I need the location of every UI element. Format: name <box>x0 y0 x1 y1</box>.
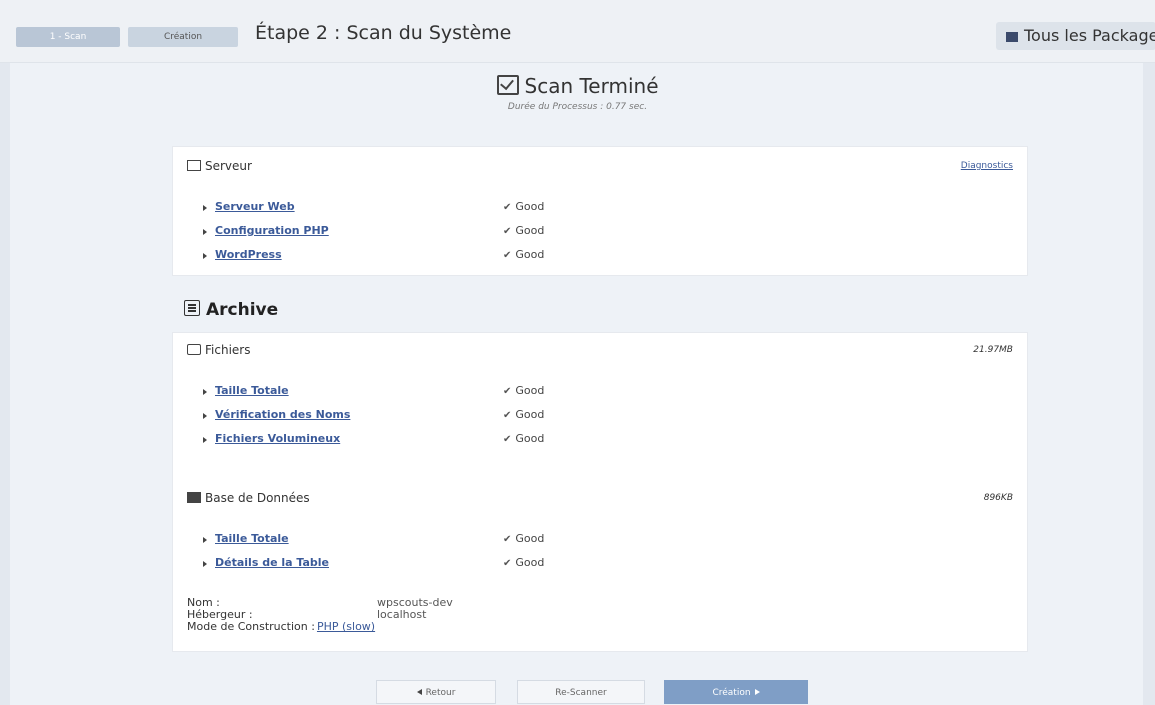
scan-result-header: Scan Terminé Durée du Processus : 0.77 s… <box>0 74 1155 112</box>
check-status: Good <box>503 527 544 552</box>
bullet-icon <box>203 229 207 235</box>
check-row: WordPress Good <box>203 243 544 267</box>
right-edge <box>1143 62 1155 705</box>
check-row: Configuration PHP Good <box>203 219 544 243</box>
arrow-right-icon <box>754 689 760 695</box>
bullet-icon <box>203 205 207 211</box>
build-label: Création <box>712 688 751 698</box>
check-status: Good <box>503 379 544 404</box>
bullet-icon <box>203 413 207 419</box>
scan-result-title: Scan Terminé <box>0 74 1155 98</box>
check-status: Good <box>503 427 544 452</box>
back-button[interactable]: Retour <box>376 680 496 704</box>
db-mode-link[interactable]: PHP (slow) <box>317 620 375 633</box>
footer-actions: Retour Re-Scanner Création <box>0 680 1155 705</box>
check-label-total-size[interactable]: Taille Totale <box>215 379 289 403</box>
check-status: Good <box>503 243 544 268</box>
check-label-web-server[interactable]: Serveur Web <box>215 195 295 219</box>
diagnostics-link[interactable]: Diagnostics <box>961 155 1013 177</box>
files-size: 21.97MB <box>973 345 1013 355</box>
archive-panel: Fichiers 21.97MB Taille Totale Good Véri… <box>172 332 1028 652</box>
bullet-icon <box>203 437 207 443</box>
bullet-icon <box>203 537 207 543</box>
database-icon <box>187 492 201 503</box>
server-icon <box>187 160 201 171</box>
arrow-left-icon <box>416 689 422 695</box>
db-host-value: localhost <box>377 608 427 621</box>
back-label: Retour <box>425 688 456 698</box>
page-title: Étape 2 : Scan du Système <box>255 22 512 44</box>
archive-heading: Archive <box>184 300 278 320</box>
files-checks: Taille Totale Good Vérification des Noms… <box>203 379 544 451</box>
check-row: Serveur Web Good <box>203 195 544 219</box>
bullet-icon <box>203 389 207 395</box>
check-status: Good <box>503 551 544 576</box>
all-packages-label: Tous les Packages <box>1024 26 1155 45</box>
check-row: Détails de la Table Good <box>203 551 544 575</box>
rescan-label: Re-Scanner <box>555 688 607 698</box>
check-row: Taille Totale Good <box>203 379 544 403</box>
files-title: Fichiers <box>205 343 251 357</box>
process-duration: Durée du Processus : 0.77 sec. <box>507 102 648 112</box>
check-row: Vérification des Noms Good <box>203 403 544 427</box>
db-mode-key: Mode de Construction : <box>187 620 315 633</box>
check-row: Fichiers Volumineux Good <box>203 427 544 451</box>
breadcrumb-scan[interactable]: 1 - Scan <box>16 27 120 47</box>
server-checks: Serveur Web Good Configuration PHP Good … <box>203 195 544 267</box>
scan-result-text: Scan Terminé <box>524 74 659 98</box>
checkbox-checked-icon <box>496 75 519 95</box>
packages-icon <box>1006 32 1018 42</box>
check-row: Taille Totale Good <box>203 527 544 551</box>
check-label-table-details[interactable]: Détails de la Table <box>215 551 329 575</box>
server-panel: Serveur Diagnostics Serveur Web Good Con… <box>172 146 1028 276</box>
rescan-button[interactable]: Re-Scanner <box>517 680 645 704</box>
database-title: Base de Données <box>205 491 310 505</box>
server-title: Serveur <box>205 159 252 173</box>
files-header: Fichiers 21.97MB <box>187 339 1013 361</box>
archive-title: Archive <box>206 300 279 320</box>
check-label-name-check[interactable]: Vérification des Noms <box>215 403 350 427</box>
db-mode-line: Mode de Construction : PHP (slow) <box>187 621 453 633</box>
check-status: Good <box>503 195 544 220</box>
check-status: Good <box>503 219 544 244</box>
database-header: Base de Données 896KB <box>187 487 1013 509</box>
database-size: 896KB <box>983 493 1013 503</box>
database-checks: Taille Totale Good Détails de la Table G… <box>203 527 544 575</box>
database-info: Nom : wpscouts-dev Hébergeur : localhost M… <box>187 597 453 633</box>
all-packages-button[interactable]: Tous les Packages <box>996 22 1155 50</box>
left-edge <box>0 62 10 705</box>
bullet-icon <box>203 253 207 259</box>
check-label-db-total-size[interactable]: Taille Totale <box>215 527 289 551</box>
top-bar: 1 - Scan Création Étape 2 : Scan du Syst… <box>0 0 1155 63</box>
check-label-wordpress[interactable]: WordPress <box>215 243 282 267</box>
bullet-icon <box>203 561 207 567</box>
server-header: Serveur Diagnostics <box>187 155 1013 177</box>
files-icon <box>187 344 201 355</box>
archive-icon <box>184 300 200 316</box>
check-label-php-config[interactable]: Configuration PHP <box>215 219 329 243</box>
build-button[interactable]: Création <box>664 680 808 704</box>
check-label-large-files[interactable]: Fichiers Volumineux <box>215 427 340 451</box>
check-status: Good <box>503 403 544 428</box>
breadcrumb-create[interactable]: Création <box>128 27 238 47</box>
